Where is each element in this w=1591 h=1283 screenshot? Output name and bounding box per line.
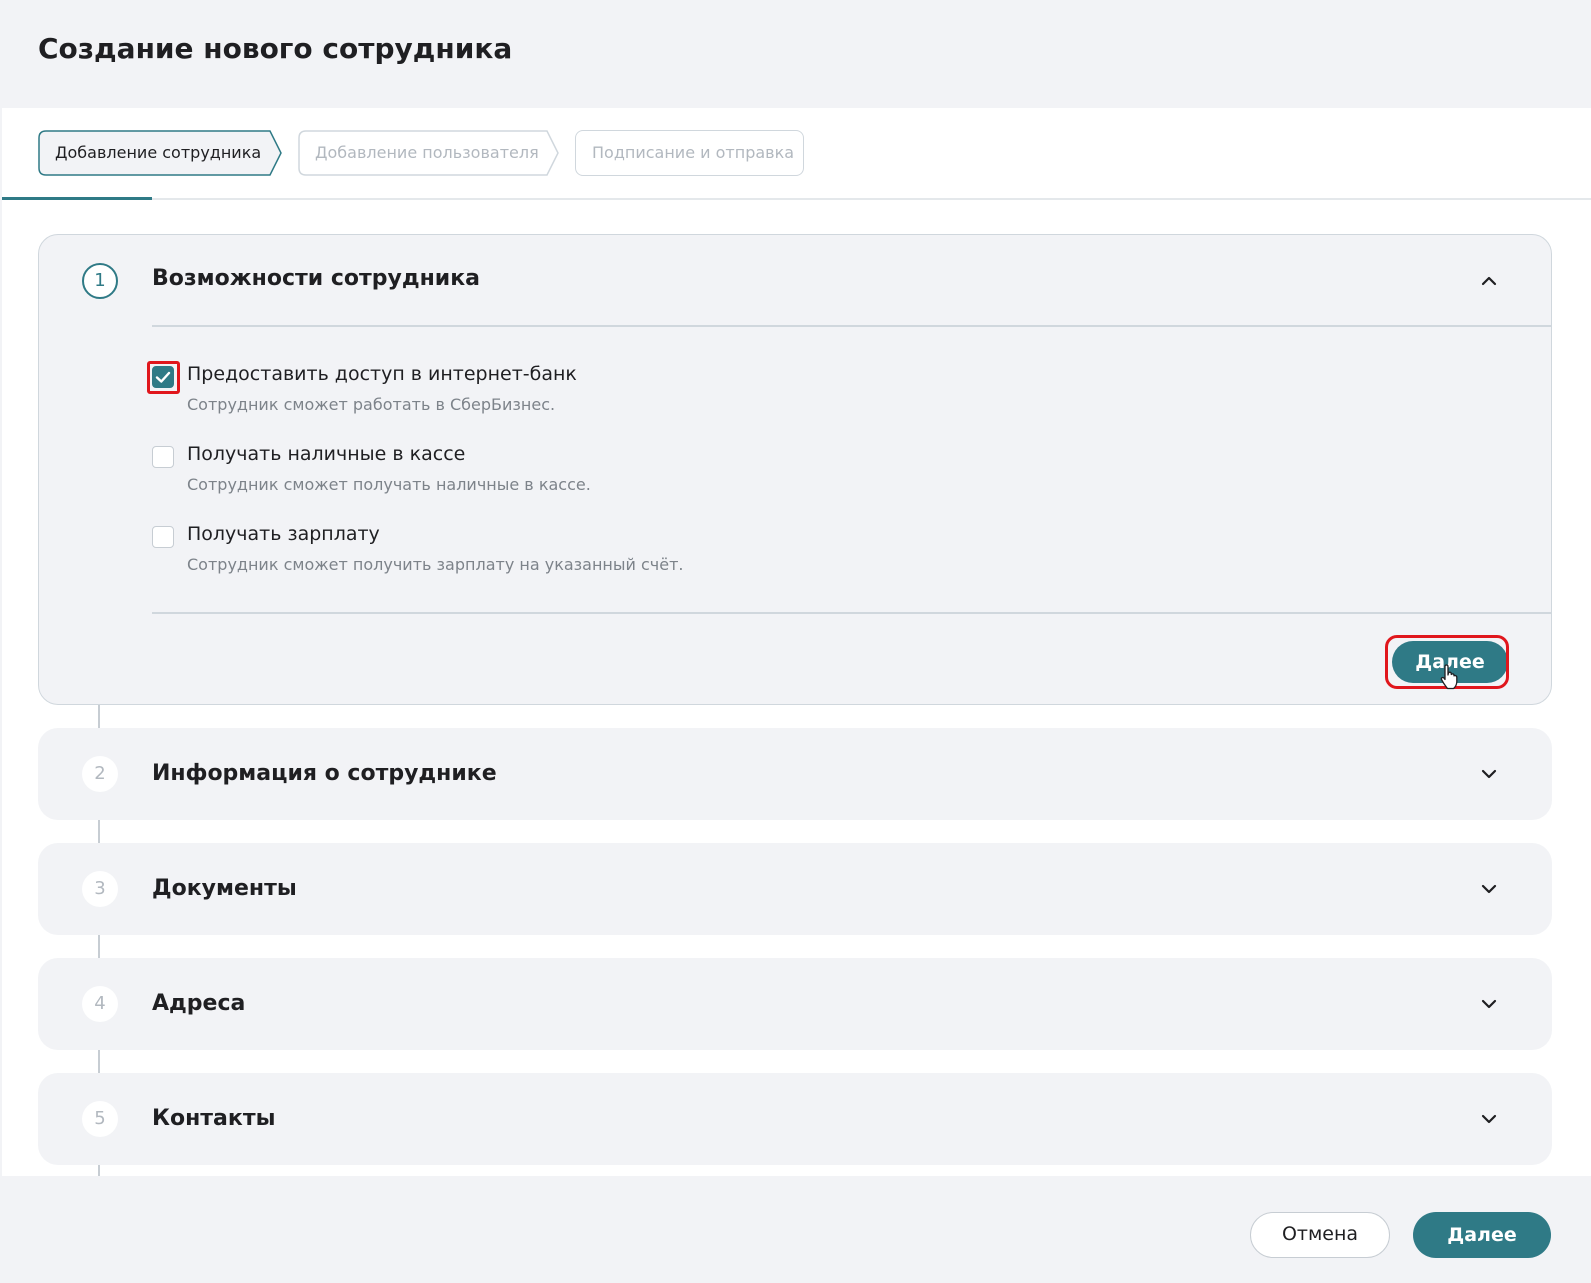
checkbox-highlight-frame: [147, 361, 180, 394]
chevron-down-icon[interactable]: [1478, 1108, 1500, 1130]
cancel-button[interactable]: Отмена: [1250, 1212, 1390, 1258]
section-employee-capabilities: [38, 234, 1552, 705]
section-title[interactable]: Контакты: [152, 1106, 275, 1131]
option-description: Сотрудник сможет получать наличные в кас…: [187, 475, 591, 494]
stepper-step-add-employee[interactable]: Добавление сотрудника: [38, 130, 283, 176]
section-number-badge: 5: [82, 1101, 118, 1137]
page-title: Создание нового сотрудника: [38, 32, 513, 65]
option-label[interactable]: Получать наличные в кассе: [187, 443, 465, 465]
section-title[interactable]: Адреса: [152, 991, 245, 1016]
divider: [152, 325, 1552, 327]
chevron-down-icon[interactable]: [1478, 763, 1500, 785]
option-description: Сотрудник сможет получить зарплату на ук…: [187, 555, 684, 574]
stepper-step-label: Добавление пользователя: [315, 143, 539, 162]
checkbox-salary[interactable]: [152, 526, 174, 548]
divider: [152, 612, 1552, 614]
section-number-badge: 4: [82, 986, 118, 1022]
section-title[interactable]: Возможности сотрудника: [152, 266, 480, 291]
stepper-step-sign-send[interactable]: Подписание и отправка: [575, 130, 804, 176]
section-title[interactable]: Информация о сотруднике: [152, 761, 497, 786]
chevron-up-icon[interactable]: [1478, 270, 1500, 292]
stepper: Добавление сотрудника Добавление пользов…: [2, 108, 1591, 200]
option-label[interactable]: Получать зарплату: [187, 523, 380, 545]
stepper-step-add-user[interactable]: Добавление пользователя: [298, 130, 560, 176]
option-label[interactable]: Предоставить доступ в интернет-банк: [187, 363, 577, 385]
checkbox-cash-withdrawal[interactable]: [152, 446, 174, 468]
chevron-down-icon[interactable]: [1478, 878, 1500, 900]
section-number-badge: 2: [82, 756, 118, 792]
section-title[interactable]: Документы: [152, 876, 297, 901]
section-addresses[interactable]: [38, 958, 1552, 1050]
section-number-badge: 3: [82, 871, 118, 907]
chevron-down-icon[interactable]: [1478, 993, 1500, 1015]
modal-header: Создание нового сотрудника: [0, 0, 1591, 108]
stepper-step-label: Подписание и отправка: [592, 143, 795, 162]
section-number-badge: 1: [82, 263, 118, 299]
hand-pointer-icon: [1440, 664, 1458, 690]
option-description: Сотрудник сможет работать в СберБизнес.: [187, 395, 556, 414]
stepper-step-label: Добавление сотрудника: [55, 143, 262, 162]
next-button[interactable]: Далее: [1413, 1212, 1551, 1258]
